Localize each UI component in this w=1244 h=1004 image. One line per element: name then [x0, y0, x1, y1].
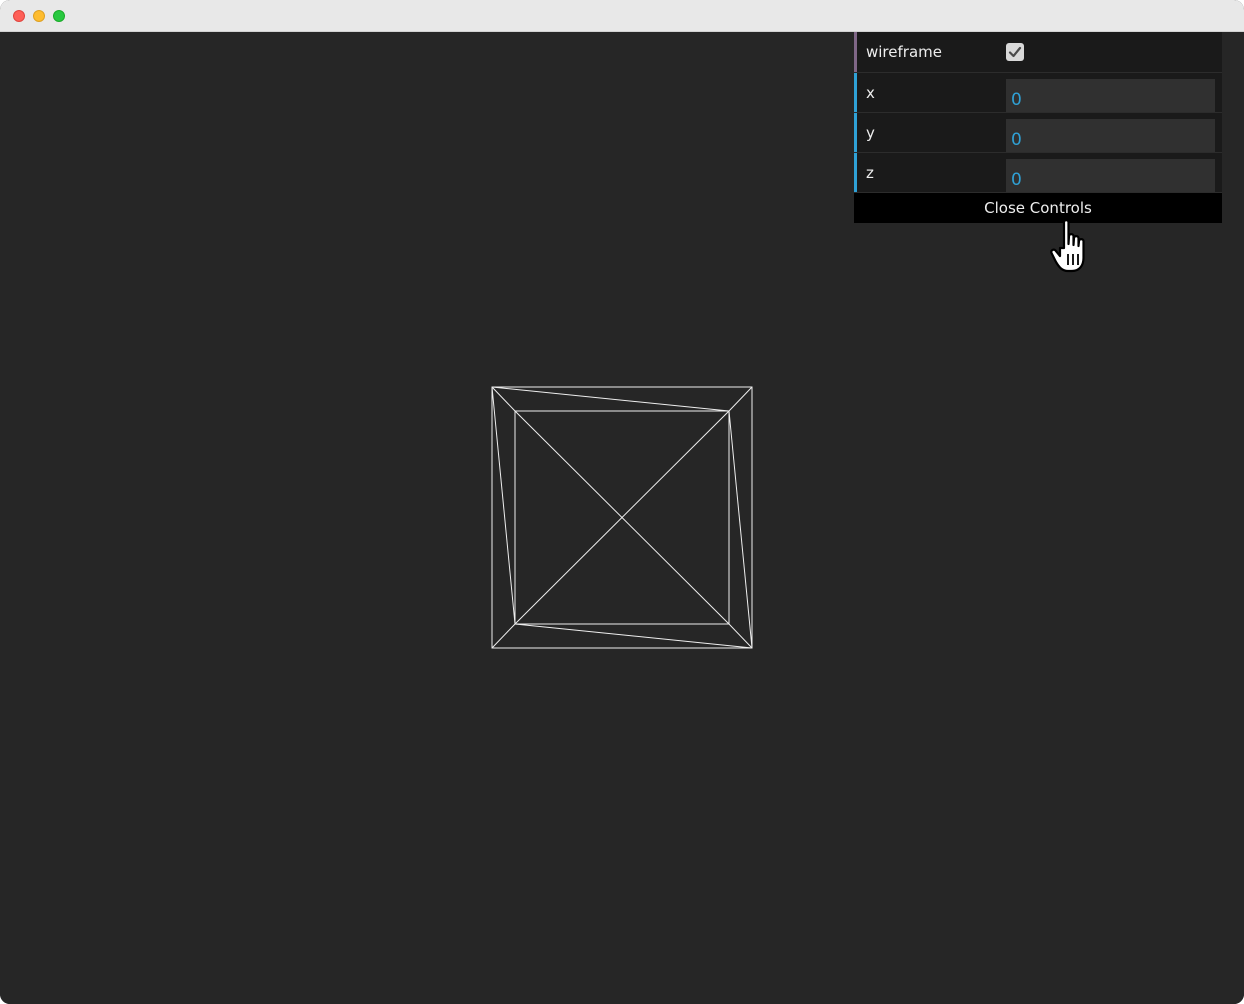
control-row-z[interactable]: z [854, 153, 1222, 193]
pointing-hand-icon [1050, 219, 1085, 273]
wireframe-checkbox[interactable] [1006, 43, 1024, 61]
cube-edge [491, 386, 516, 412]
y-input[interactable] [1006, 119, 1215, 152]
number-accent-stripe [854, 153, 857, 192]
cube-edge [491, 623, 516, 649]
controls-panel: wireframe x y z Close Controls [854, 32, 1222, 223]
cube-right-diagonal [728, 410, 753, 649]
cube-edge [728, 623, 753, 649]
x-label: x [866, 84, 875, 102]
number-accent-stripe [854, 73, 857, 112]
title-bar [0, 0, 1244, 32]
checkmark-icon [1008, 46, 1022, 58]
window-close-button[interactable] [13, 10, 25, 22]
cube-bottom-diagonal [514, 623, 753, 649]
app-window: wireframe x y z Close Controls [0, 0, 1244, 1004]
close-controls-button[interactable]: Close Controls [854, 193, 1222, 223]
cube-edge [728, 386, 753, 412]
cube-left-diagonal [491, 386, 516, 625]
z-input[interactable] [1006, 159, 1215, 192]
boolean-accent-stripe [854, 32, 857, 72]
y-label: y [866, 124, 875, 142]
window-maximize-button[interactable] [53, 10, 65, 22]
x-input[interactable] [1006, 79, 1215, 112]
number-accent-stripe [854, 113, 857, 152]
cube-top-diagonal [491, 386, 730, 412]
wireframe-label: wireframe [866, 43, 942, 61]
control-row-wireframe[interactable]: wireframe [854, 32, 1222, 73]
window-minimize-button[interactable] [33, 10, 45, 22]
control-row-x[interactable]: x [854, 73, 1222, 113]
z-label: z [866, 164, 874, 182]
control-row-y[interactable]: y [854, 113, 1222, 153]
